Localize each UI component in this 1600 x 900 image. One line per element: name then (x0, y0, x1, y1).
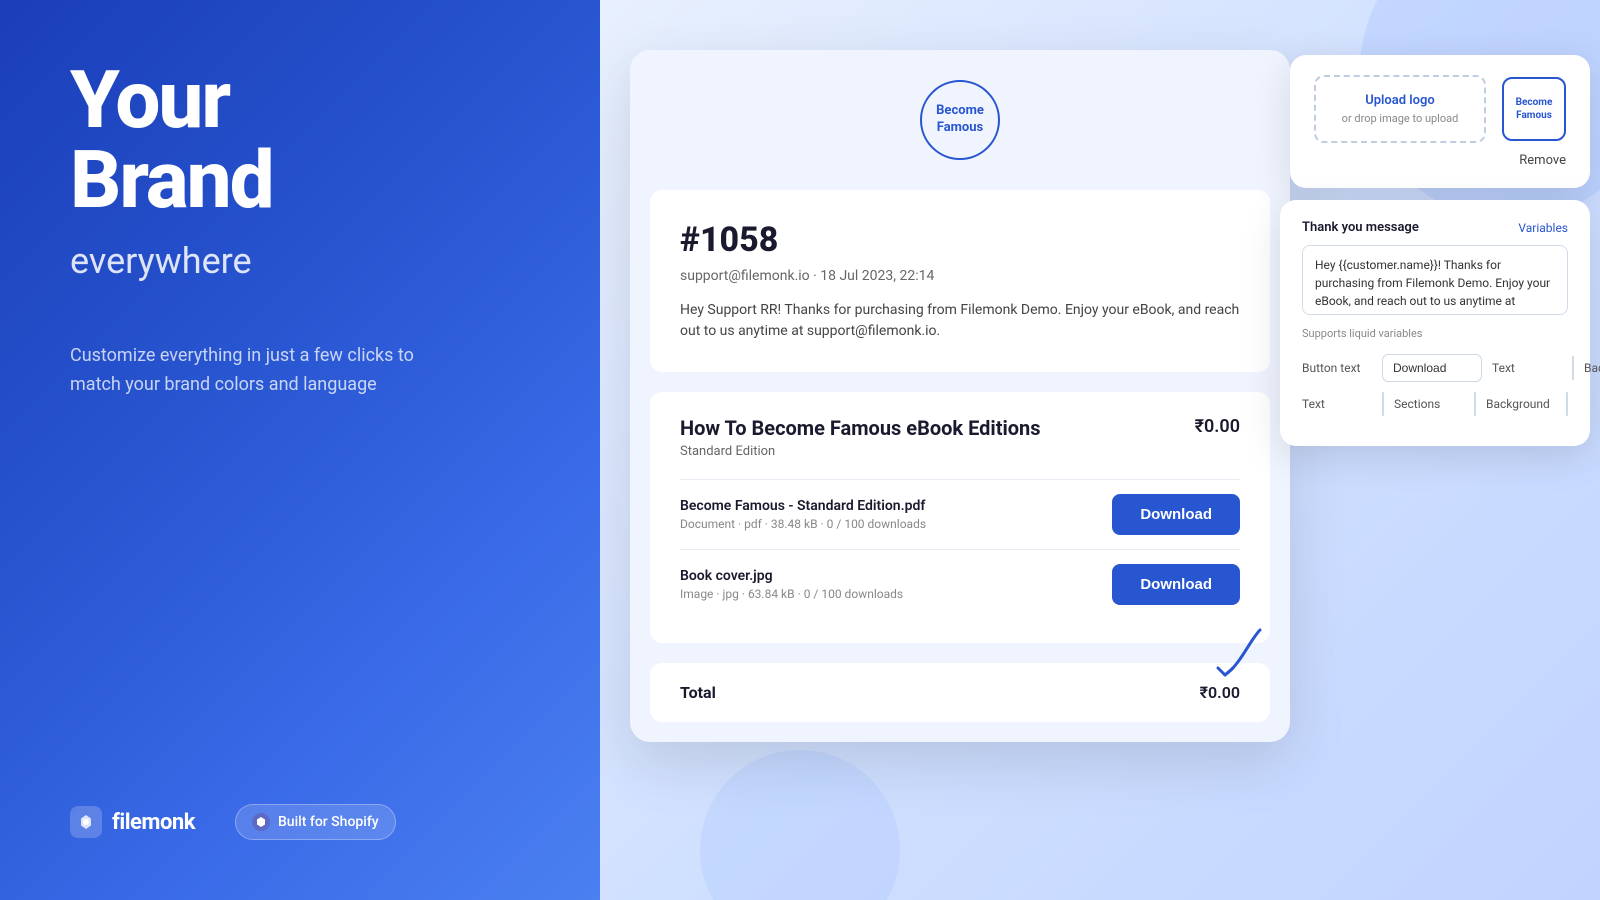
file-item-2: Book cover.jpg Image · jpg · 63.84 kB · … (680, 549, 1240, 619)
product-edition: Standard Edition (680, 444, 1240, 459)
product-title-text: How To Become Famous eBook Editions (680, 416, 1041, 440)
email-card: Become Famous #1058 support@filemonk.io … (630, 50, 1290, 742)
bottom-bar: filemonk Built for Shopify (70, 804, 530, 840)
file-meta-2: Image · jpg · 63.84 kB · 0 / 100 downloa… (680, 587, 903, 601)
shopify-badge[interactable]: Built for Shopify (235, 804, 396, 840)
button-text-label: Button text (1302, 361, 1372, 375)
file-item-1: Become Famous - Standard Edition.pdf Doc… (680, 479, 1240, 549)
thankyou-textarea[interactable] (1302, 245, 1568, 315)
thankyou-title: Thank you message (1302, 220, 1419, 235)
order-meta: support@filemonk.io · 18 Jul 2023, 22:14 (680, 268, 1240, 284)
upload-area: Upload logo or drop image to upload Beco… (1314, 75, 1566, 143)
brand-circle: Become Famous (920, 80, 1000, 160)
total-section: Total ₹0.00 (650, 663, 1270, 722)
file-name-2: Book cover.jpg (680, 568, 903, 584)
upload-preview: Become Famous (1502, 77, 1566, 141)
background-label-2: Background (1486, 397, 1556, 411)
liquid-note: Supports liquid variables (1302, 327, 1568, 340)
upload-preview-text: Become Famous (1516, 96, 1553, 122)
button-text-row: Button text Text Background (1302, 354, 1568, 382)
upload-card: Upload logo or drop image to upload Beco… (1290, 55, 1590, 188)
logo-area: filemonk (70, 806, 195, 838)
order-message: Hey Support RR! Thanks for purchasing fr… (680, 300, 1240, 342)
upload-subtitle: or drop image to upload (1332, 112, 1468, 125)
text-color-swatch[interactable] (1572, 356, 1574, 380)
total-label: Total (680, 683, 716, 702)
download-button-2[interactable]: Download (1112, 564, 1240, 605)
file-info-1: Become Famous - Standard Edition.pdf Doc… (680, 498, 926, 531)
background-color-swatch-2[interactable] (1566, 392, 1568, 416)
order-number: #1058 (680, 220, 1240, 260)
text-label-2: Text (1302, 397, 1372, 411)
remove-link[interactable]: Remove (1314, 153, 1566, 168)
shopify-badge-label: Built for Shopify (278, 814, 379, 830)
filemonk-icon (70, 806, 102, 838)
email-header: Become Famous (630, 50, 1290, 190)
product-title-row: How To Become Famous eBook Editions ₹0.0… (680, 416, 1240, 440)
product-section: How To Become Famous eBook Editions ₹0.0… (650, 392, 1270, 643)
hero-description: Customize everything in just a few click… (70, 342, 450, 400)
text-label: Text (1492, 361, 1562, 375)
file-info-2: Book cover.jpg Image · jpg · 63.84 kB · … (680, 568, 903, 601)
thankyou-card: Thank you message Variables Supports liq… (1280, 200, 1590, 446)
file-meta-1: Document · pdf · 38.48 kB · 0 / 100 down… (680, 517, 926, 531)
sections-color-swatch[interactable] (1474, 392, 1476, 416)
section-colors-row: Text Sections Background (1302, 392, 1568, 416)
upload-dropzone[interactable]: Upload logo or drop image to upload (1314, 75, 1486, 143)
thankyou-header: Thank you message Variables (1302, 220, 1568, 235)
right-panel: Become Famous #1058 support@filemonk.io … (600, 0, 1600, 900)
brand-circle-text: Become Famous (936, 103, 984, 137)
email-body: #1058 support@filemonk.io · 18 Jul 2023,… (650, 190, 1270, 372)
download-button-1[interactable]: Download (1112, 494, 1240, 535)
upload-title: Upload logo (1332, 93, 1468, 108)
file-name-1: Become Famous - Standard Edition.pdf (680, 498, 926, 514)
bg-decoration-2 (700, 750, 900, 900)
button-text-input[interactable] (1382, 354, 1482, 382)
hero-subtitle: everywhere (70, 240, 530, 282)
text-color-swatch-2[interactable] (1382, 392, 1384, 416)
arrow-decoration (1200, 610, 1280, 690)
shopify-icon (252, 813, 270, 831)
sections-label: Sections (1394, 397, 1464, 411)
variables-link[interactable]: Variables (1518, 221, 1568, 235)
left-panel: Your Brand everywhere Customize everythi… (0, 0, 600, 900)
background-label: Background (1584, 361, 1600, 375)
product-price: ₹0.00 (1195, 416, 1240, 437)
logo-text: filemonk (112, 810, 195, 835)
hero-title: Your Brand (70, 60, 530, 220)
